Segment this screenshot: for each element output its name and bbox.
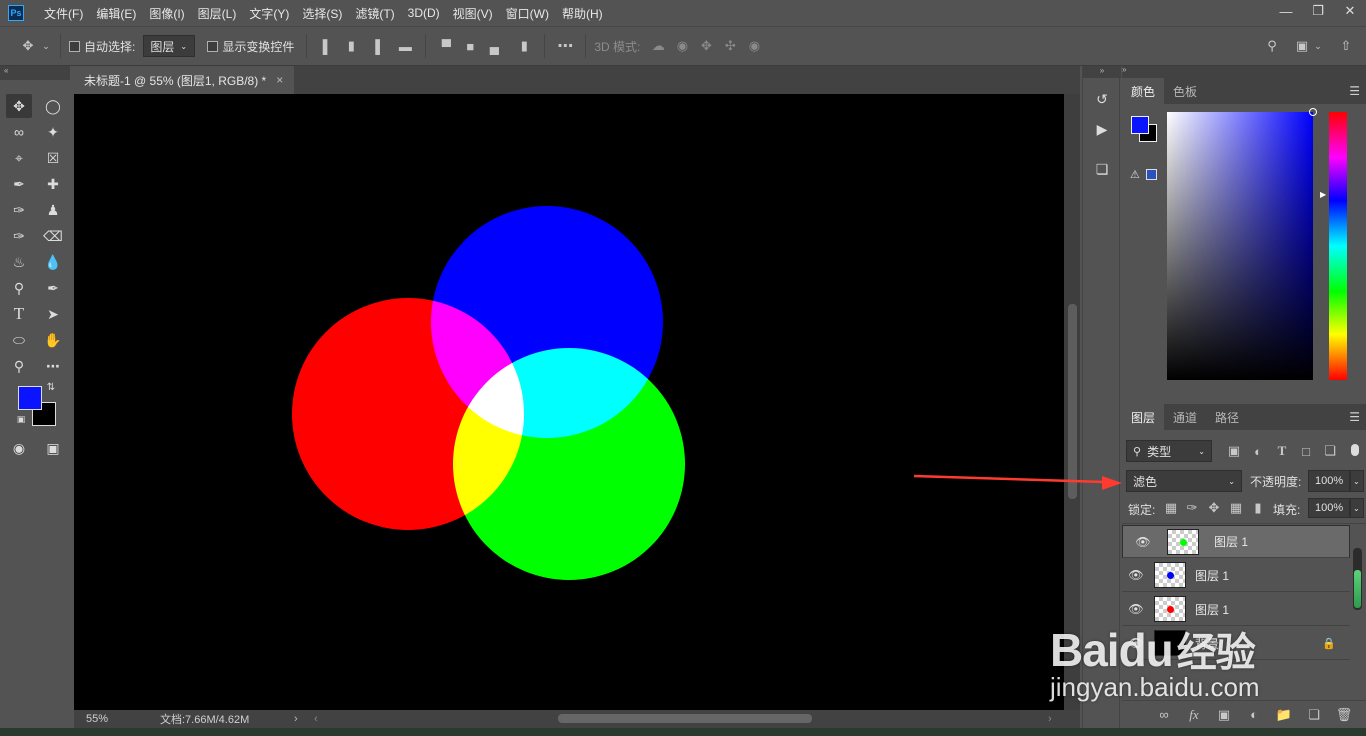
annotation-arrow (913, 474, 1105, 484)
annotation-overlay (913, 474, 1122, 490)
foreground-color-swatch[interactable] (18, 386, 42, 410)
annotation-arrow-head (1102, 476, 1122, 490)
color-panel-foreground-swatch[interactable] (1131, 116, 1149, 134)
